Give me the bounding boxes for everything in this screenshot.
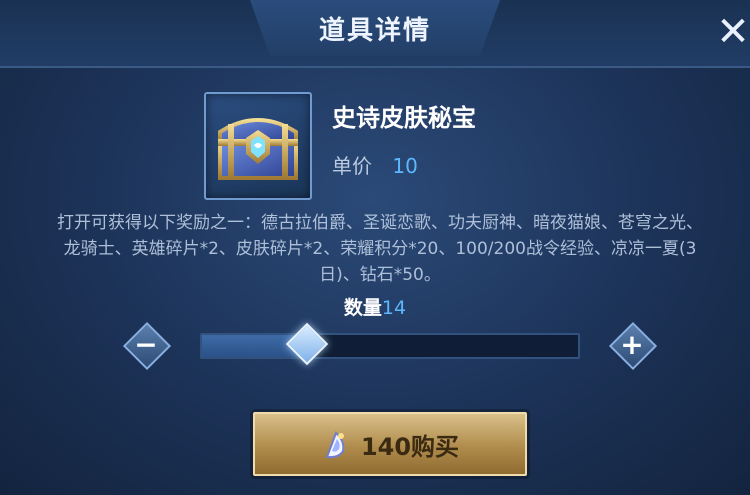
quantity-value: 14 bbox=[381, 297, 407, 319]
plus-icon: + bbox=[620, 328, 644, 361]
item-name: 史诗皮肤秘宝 bbox=[332, 104, 476, 132]
buy-button[interactable]: 140购买 bbox=[253, 412, 527, 476]
price-value: 10 bbox=[392, 154, 418, 178]
page-title: 道具详情 bbox=[318, 16, 431, 46]
buy-label: 140购买 bbox=[360, 432, 460, 461]
quantity-row: 数量14 bbox=[0, 293, 750, 320]
coupon-icon bbox=[325, 431, 345, 459]
item-icon-frame bbox=[204, 92, 312, 200]
close-button[interactable]: ✕ bbox=[716, 12, 750, 52]
quantity-slider[interactable] bbox=[200, 322, 580, 366]
price-row: 单价 10 bbox=[332, 150, 418, 179]
treasure-chest-icon bbox=[218, 118, 298, 180]
reward-description: 打开可获得以下奖励之一：德古拉伯爵、圣诞恋歌、功夫厨神、暗夜猫娘、苍穹之光、龙骑… bbox=[57, 213, 703, 285]
minus-icon: − bbox=[134, 328, 158, 361]
slider-thumb[interactable] bbox=[286, 322, 329, 366]
price-label: 单价 bbox=[332, 154, 372, 178]
quantity-label: 数量 bbox=[343, 297, 382, 319]
close-icon: ✕ bbox=[716, 9, 750, 55]
